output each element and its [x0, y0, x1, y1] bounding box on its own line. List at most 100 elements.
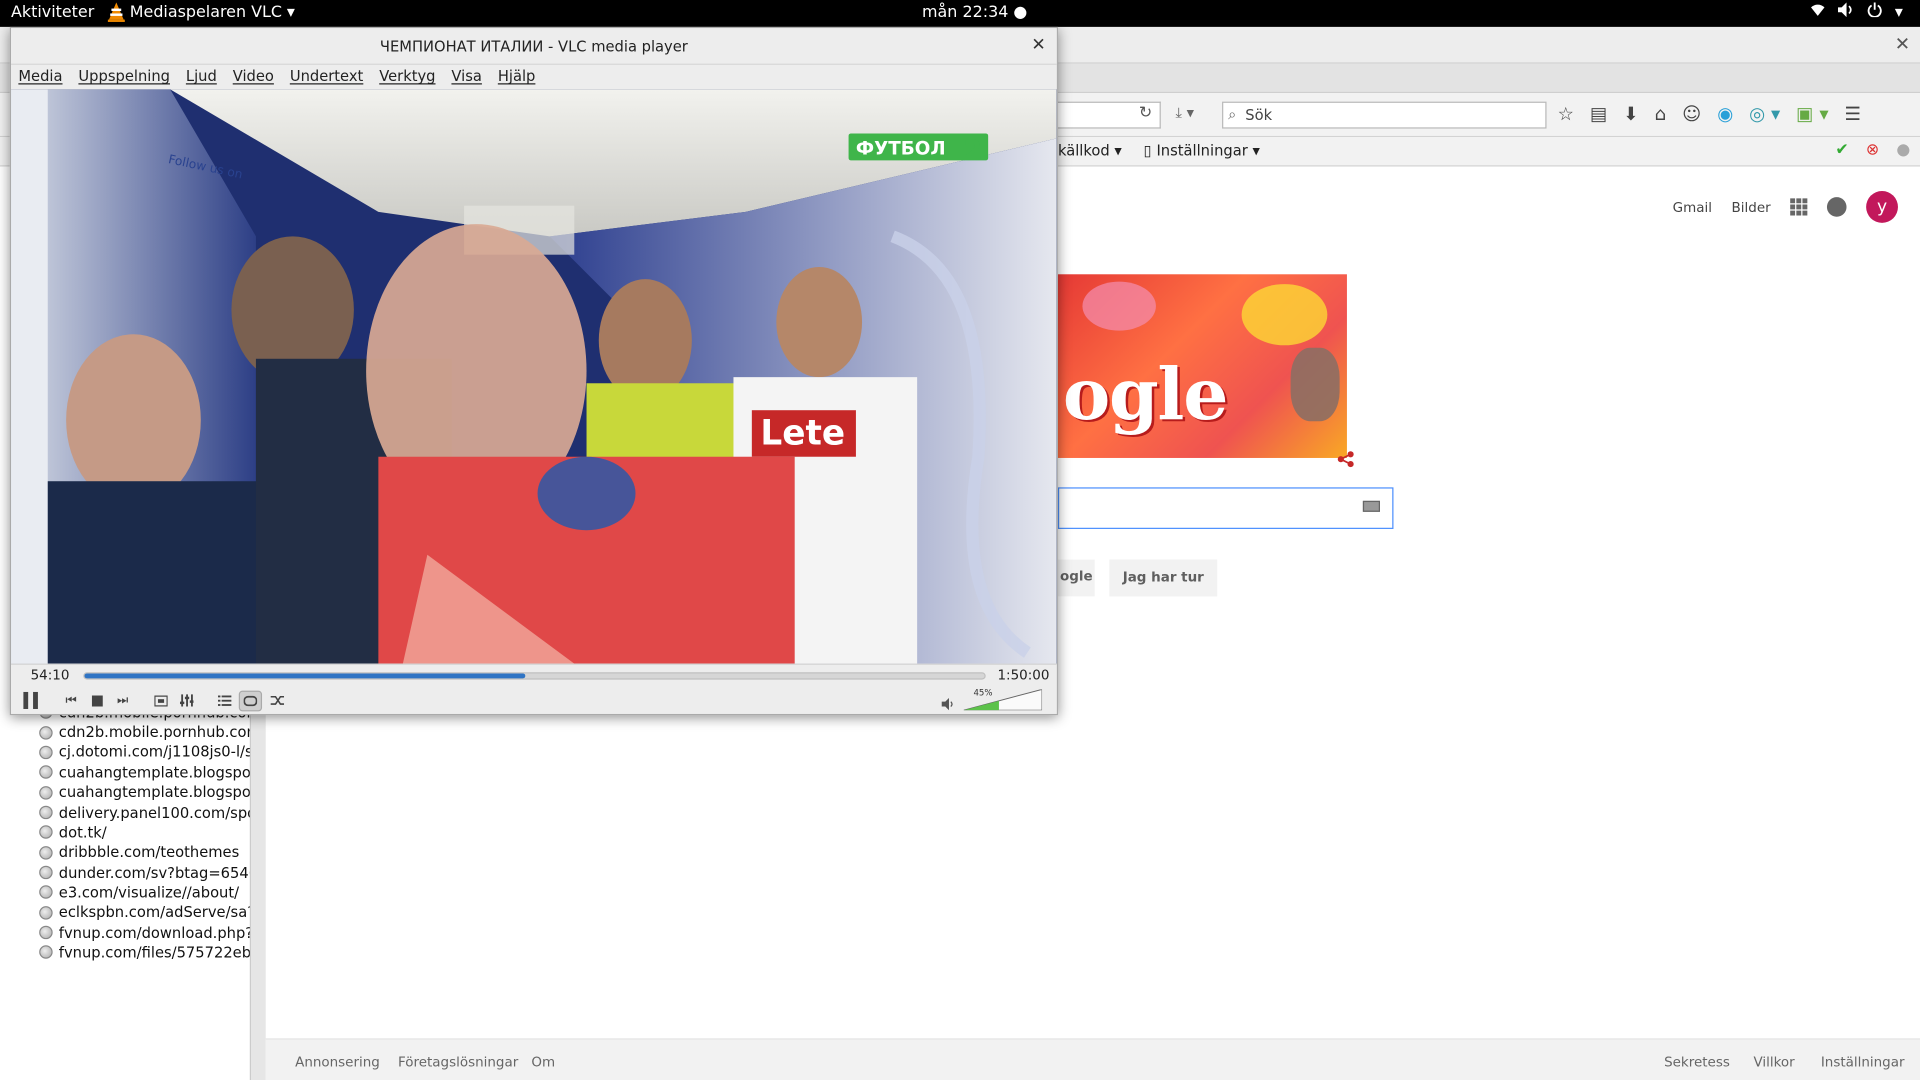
- download-icon[interactable]: ⬇: [1623, 103, 1638, 125]
- menu-video[interactable]: Video: [233, 65, 283, 89]
- history-item[interactable]: dribbble.com/teothemes: [39, 843, 239, 863]
- images-link[interactable]: Bilder: [1732, 199, 1771, 215]
- system-status-area[interactable]: ▾: [1810, 2, 1903, 22]
- history-item[interactable]: e3.com/visualize//about/: [39, 883, 239, 903]
- bookmark-settings[interactable]: ▯ Inställningar ▾: [1144, 142, 1260, 159]
- google-footer: Annonsering Företagslösningar Om Sekrete…: [265, 1038, 1920, 1080]
- menu-view[interactable]: Visa: [451, 65, 490, 89]
- history-item[interactable]: cuahangtemplate.blogspot....: [39, 783, 250, 803]
- globe-icon: [39, 945, 53, 960]
- shuffle-button[interactable]: [266, 691, 288, 711]
- globe-icon: [39, 905, 53, 920]
- history-item[interactable]: dunder.com/sv?btag=6546...: [39, 863, 250, 883]
- bookmark-status-icons: ✔ ⊗ ●: [1835, 141, 1910, 159]
- history-item[interactable]: dot.tk/: [39, 823, 107, 843]
- playlist-icon: [217, 694, 231, 706]
- globe-icon: [39, 745, 53, 760]
- app-menu[interactable]: Mediaspelaren VLC ▾: [107, 2, 295, 23]
- home-icon[interactable]: ⌂: [1655, 103, 1667, 125]
- channel-logo-text: ФУТБОЛ: [856, 138, 946, 159]
- google-search-input[interactable]: [1057, 487, 1394, 529]
- reading-list-icon[interactable]: ▤: [1590, 103, 1607, 125]
- activities-button[interactable]: Aktiviteter: [11, 4, 94, 22]
- bookmark-source-label: källkod: [1057, 142, 1110, 160]
- sync-icon[interactable]: ◉: [1717, 103, 1733, 125]
- history-item[interactable]: cuahangtemplate.blogspot....: [39, 763, 250, 783]
- menu-help[interactable]: Hjälp: [498, 65, 544, 89]
- search-input[interactable]: ⌕ Sök: [1222, 101, 1547, 129]
- avatar[interactable]: y: [1866, 191, 1898, 223]
- pause-button[interactable]: [18, 689, 42, 711]
- hamburger-menu-icon[interactable]: ☰: [1845, 103, 1861, 125]
- checkmark-icon[interactable]: ✔: [1835, 141, 1848, 159]
- google-search-button[interactable]: ogle: [1057, 559, 1095, 597]
- video-frame[interactable]: Lete Follow us on ФУТБОЛ 2: [11, 89, 1057, 664]
- status-circle-icon[interactable]: ●: [1896, 141, 1910, 159]
- mute-button[interactable]: [941, 697, 954, 714]
- bookmark-folder-icon: ▯: [1143, 142, 1152, 160]
- history-item[interactable]: fvnup.com/download.php?i...: [39, 923, 250, 943]
- clock-text: mån 22:34: [922, 3, 1009, 23]
- footer-link-about[interactable]: Om: [531, 1054, 555, 1070]
- footer-link-advertising[interactable]: Annonsering: [295, 1054, 380, 1070]
- bookmark-source[interactable]: källkod ▾: [1058, 142, 1122, 159]
- menu-playback[interactable]: Uppspelning: [78, 65, 178, 89]
- history-item-label: eclkspbn.com/adServe/sa?...: [58, 903, 252, 922]
- clock[interactable]: mån 22:34 ●: [922, 4, 1027, 22]
- loop-button[interactable]: [238, 690, 263, 712]
- vlc-window-title: ЧЕМПИОНАТ ИТАЛИИ - VLC media player: [379, 37, 688, 56]
- stop-button[interactable]: [86, 691, 108, 711]
- previous-button[interactable]: ⏮: [60, 691, 82, 711]
- playlist-button[interactable]: [213, 691, 235, 711]
- wifi-icon: [1810, 2, 1826, 22]
- footer-link-settings[interactable]: Inställningar: [1821, 1054, 1905, 1070]
- apps-grid-icon[interactable]: [1790, 198, 1808, 216]
- addon-icon[interactable]: ◎ ▾: [1749, 103, 1780, 125]
- fullscreen-button[interactable]: [149, 691, 171, 711]
- seek-progress: [84, 673, 526, 679]
- extended-settings-button[interactable]: [175, 691, 197, 711]
- history-item[interactable]: cdn2b.mobile.pornhub.com...: [39, 723, 250, 743]
- error-icon[interactable]: ⊗: [1866, 141, 1879, 159]
- google-doodle[interactable]: ogle: [1057, 274, 1347, 458]
- globe-icon: [39, 785, 53, 800]
- url-bar[interactable]: ↻: [1057, 101, 1161, 129]
- stop-icon: [91, 694, 103, 706]
- footer-link-business[interactable]: Företagslösningar: [398, 1054, 518, 1070]
- vlc-titlebar[interactable]: ЧЕМПИОНАТ ИТАЛИИ - VLC media player ✕: [11, 28, 1057, 65]
- menu-subtitle[interactable]: Undertext: [290, 65, 372, 89]
- doodle-shape: [1082, 281, 1156, 331]
- history-item[interactable]: cj.dotomi.com/j1108js0-l/s...: [39, 743, 250, 763]
- footer-link-privacy[interactable]: Sekretess: [1664, 1054, 1730, 1070]
- menu-tools[interactable]: Verktyg: [379, 65, 444, 89]
- search-icon: ⌕: [1228, 105, 1237, 123]
- history-item[interactable]: delivery.panel100.com/spo...: [39, 803, 250, 823]
- chevron-down-icon: ▾: [286, 3, 295, 22]
- download-dropdown-icon[interactable]: ⤓ ▾: [1176, 104, 1195, 122]
- next-button[interactable]: ⏭: [111, 691, 133, 711]
- footer-link-terms[interactable]: Villkor: [1753, 1054, 1794, 1070]
- notifications-bell-icon[interactable]: [1826, 197, 1847, 217]
- gmail-link[interactable]: Gmail: [1673, 199, 1712, 215]
- history-item[interactable]: fvnup.com/files/575722eb...: [39, 943, 250, 963]
- loop-icon: [243, 695, 258, 707]
- close-icon[interactable]: ✕: [1031, 36, 1045, 56]
- menu-audio[interactable]: Ljud: [186, 65, 225, 89]
- reload-icon[interactable]: ↻: [1139, 104, 1152, 122]
- history-item[interactable]: eclkspbn.com/adServe/sa?...: [39, 903, 252, 923]
- globe-icon: [39, 725, 53, 740]
- share-icon[interactable]: [1337, 451, 1354, 473]
- extension-icon[interactable]: ▣ ▾: [1796, 103, 1828, 125]
- star-icon[interactable]: ☆: [1558, 103, 1574, 125]
- lucky-button[interactable]: Jag har tur: [1109, 559, 1218, 597]
- doodle-shape: [1241, 284, 1328, 346]
- menu-media[interactable]: Media: [18, 65, 71, 89]
- elapsed-time[interactable]: 54:10: [31, 667, 70, 683]
- vlc-window: ЧЕМПИОНАТ ИТАЛИИ - VLC media player ✕ Me…: [9, 26, 1058, 716]
- total-time[interactable]: 1:50:00: [997, 667, 1049, 683]
- close-icon[interactable]: ✕: [1895, 33, 1910, 55]
- keyboard-icon[interactable]: [1362, 500, 1381, 512]
- globe-icon: [39, 765, 53, 780]
- chat-icon[interactable]: ☺: [1682, 103, 1701, 125]
- seek-slider[interactable]: [83, 672, 986, 680]
